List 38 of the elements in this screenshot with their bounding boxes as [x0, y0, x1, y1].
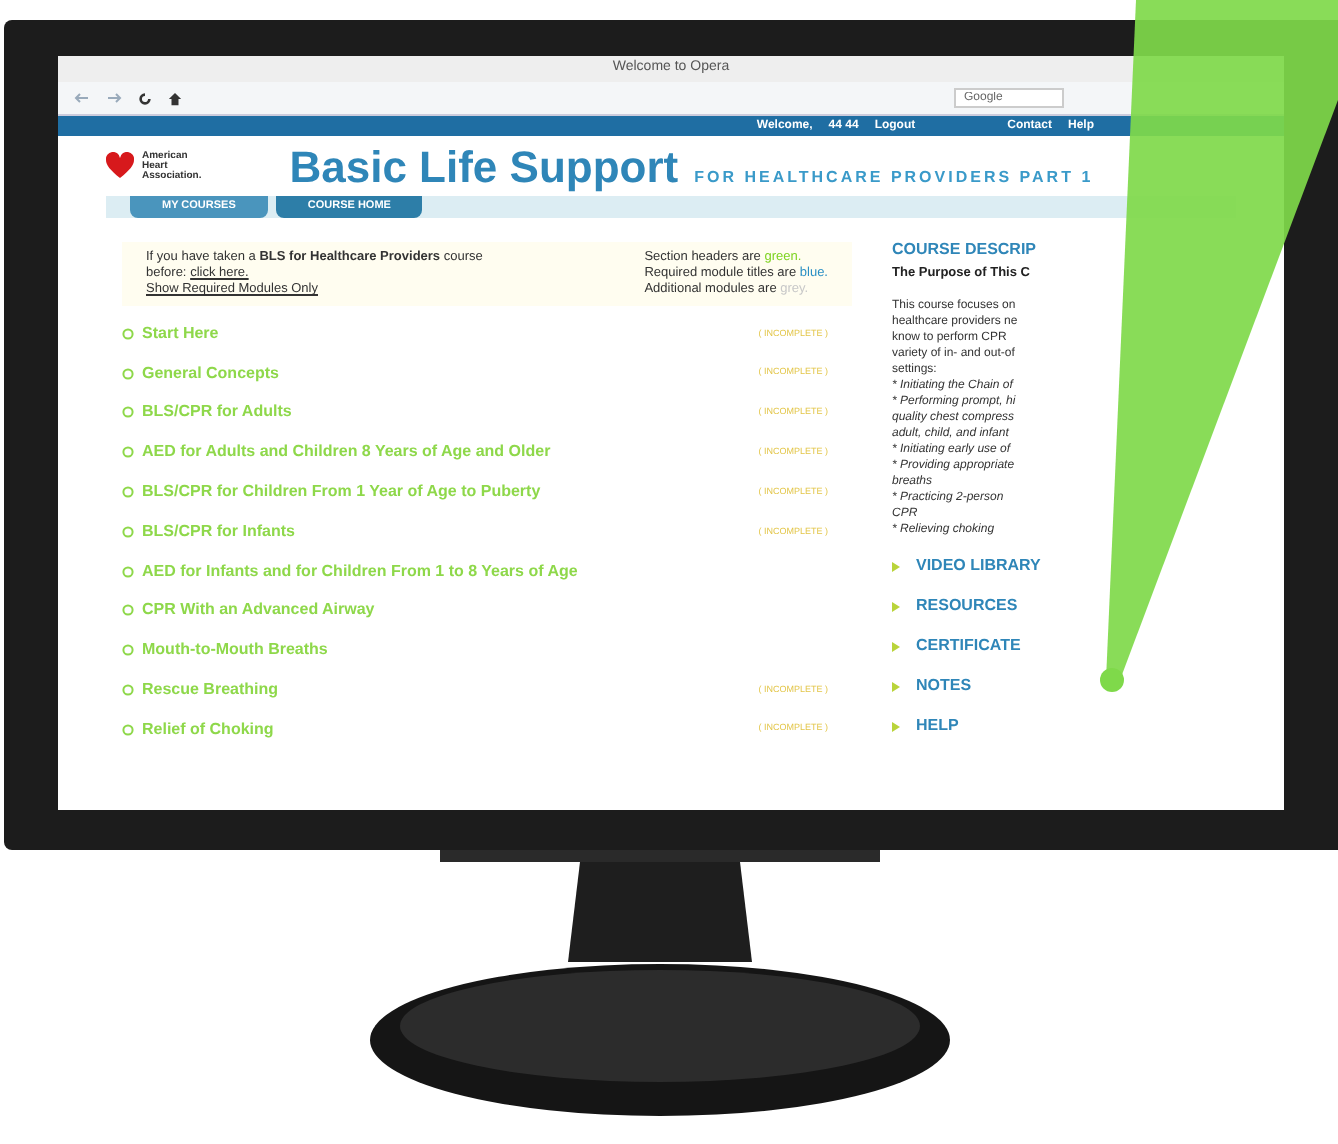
circle-icon [122, 525, 134, 538]
chevron-icon [892, 681, 900, 691]
circle-icon [122, 486, 134, 499]
chevron-icon [892, 721, 900, 731]
description-heading: COURSE DESCRIP [892, 242, 1039, 258]
module-link[interactable]: CPR With an Advanced Airway [142, 598, 852, 623]
module-link[interactable]: General Concepts [142, 361, 751, 386]
module-link[interactable]: Start Here [142, 321, 751, 346]
section-link[interactable]: CERTIFICATE [916, 638, 1021, 654]
module-link[interactable]: Relief of Choking [142, 717, 751, 742]
circle-icon [122, 406, 134, 419]
module-link[interactable]: BLS/CPR for Infants [142, 519, 751, 544]
circle-icon [122, 723, 134, 736]
chevron-icon [892, 561, 900, 571]
section-link[interactable]: HELP [916, 718, 959, 734]
module-link[interactable]: BLS/CPR for Adults [142, 400, 751, 425]
circle-icon [122, 446, 134, 459]
circle-icon [122, 684, 134, 697]
chevron-icon [892, 641, 900, 651]
heart-logo-icon [106, 152, 134, 180]
chevron-icon [892, 601, 900, 611]
circle-icon [122, 565, 134, 578]
home-icon[interactable] [168, 91, 182, 105]
circle-icon [122, 644, 134, 657]
circle-icon [122, 367, 134, 380]
module-link[interactable]: Mouth-to-Mouth Breaths [142, 638, 852, 663]
circle-icon [122, 604, 134, 617]
section-link[interactable]: VIDEO LIBRARY [916, 558, 1041, 574]
section-link[interactable]: NOTES [916, 678, 972, 694]
module-link[interactable]: BLS/CPR for Children From 1 Year of Age to Puberty [142, 480, 751, 505]
module-link[interactable]: Rescue Breathing [142, 678, 751, 703]
module-link[interactable]: AED for Adults and Children 8 Years of Age and Older [142, 440, 751, 465]
reload-icon[interactable] [138, 91, 152, 105]
page-title: Basic Life Support [289, 139, 679, 196]
section-link[interactable]: RESOURCES [916, 598, 1018, 614]
module-link[interactable]: AED for Infants and for Children From 1 to 8 Years of Age [142, 559, 852, 584]
circle-icon [122, 327, 134, 340]
page-subtitle: FOR HEALTHCARE PROVIDERS PART 1 [694, 165, 1094, 189]
